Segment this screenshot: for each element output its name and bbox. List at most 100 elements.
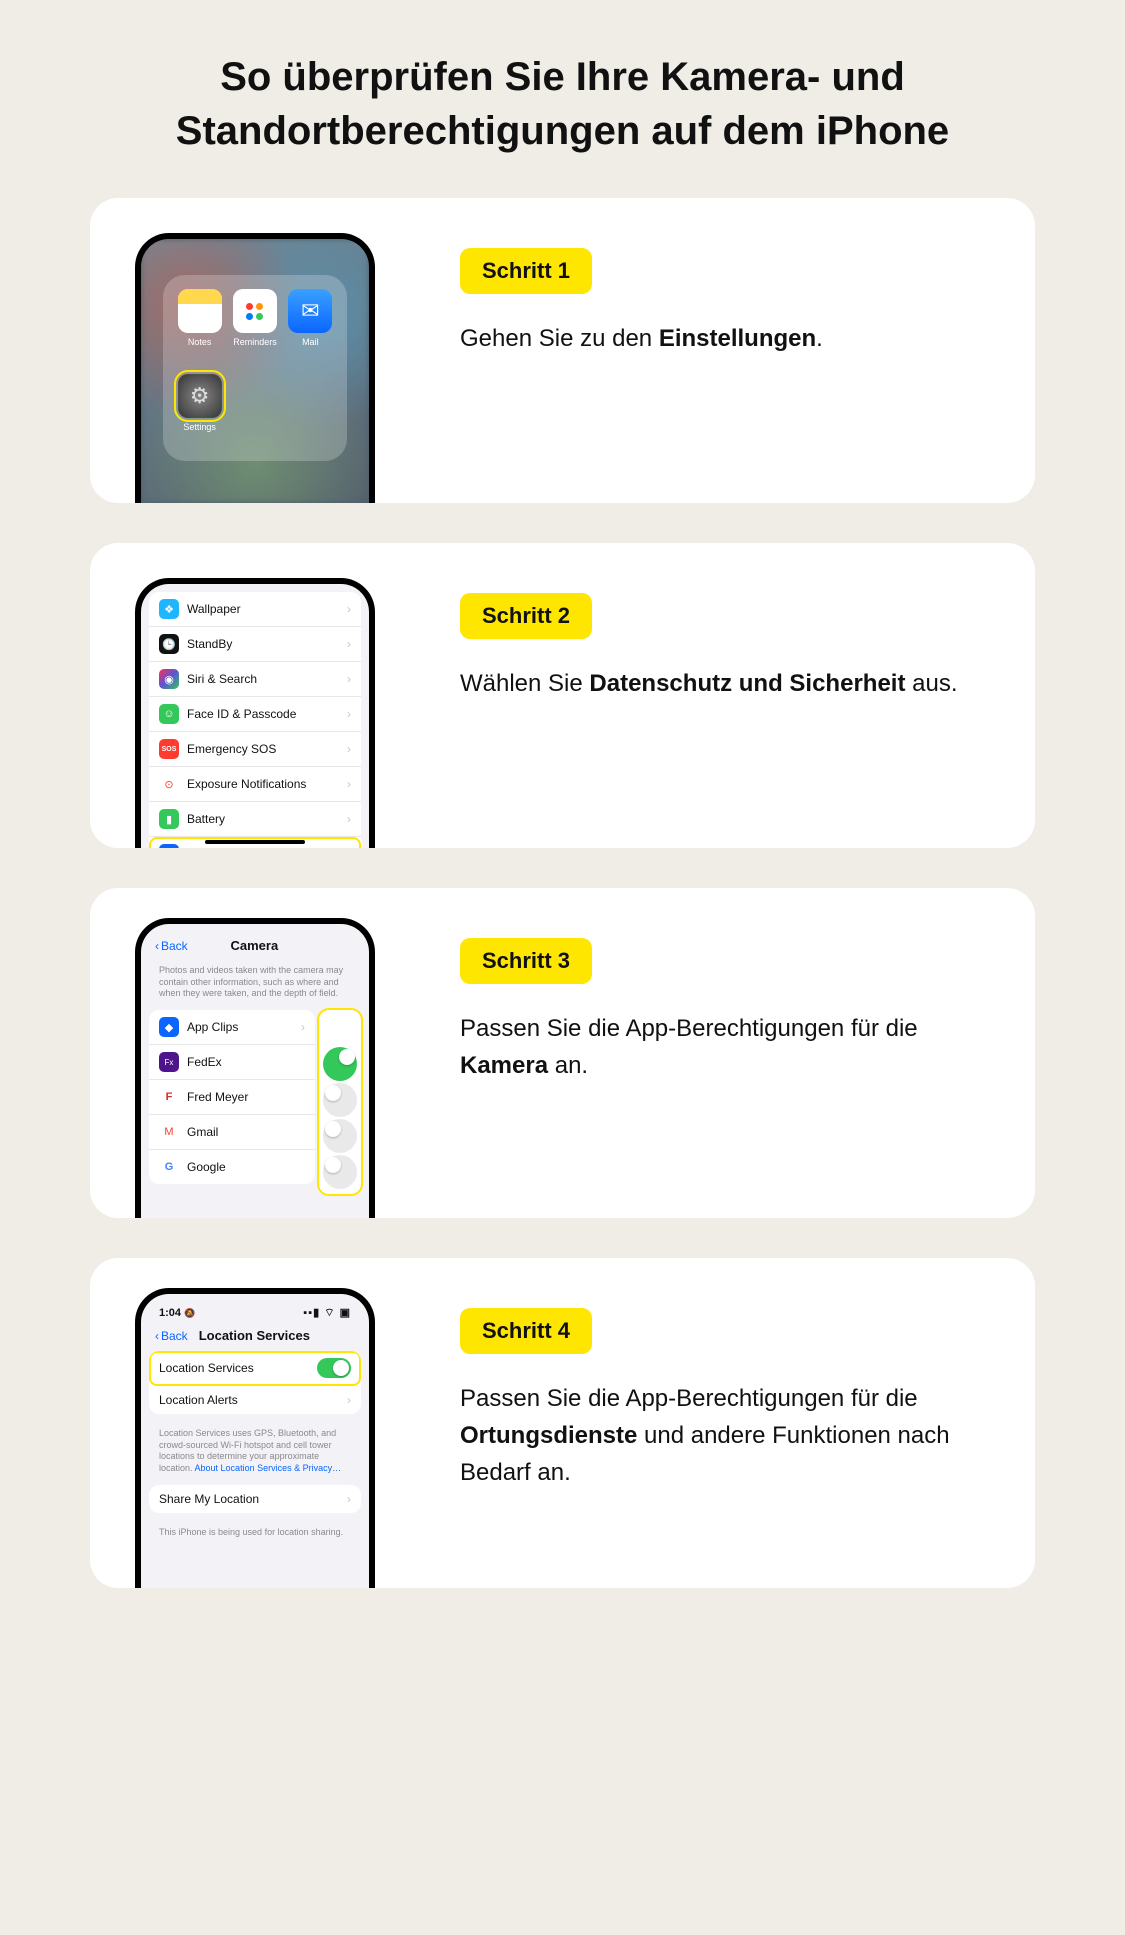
nav-bar: ‹Back Camera xyxy=(149,932,361,961)
gmail-icon: M xyxy=(159,1122,179,1142)
text: aus. xyxy=(905,670,957,697)
step-4-mock: 1:04 🔕 ▪▪▮ ⌔ ▣ ‹Back Location Services L… xyxy=(90,1258,420,1588)
chevron-right-icon: › xyxy=(347,1492,351,1506)
toggle-location-services[interactable] xyxy=(317,1358,351,1378)
share-footer-note: This iPhone is being used for location s… xyxy=(149,1523,361,1549)
settings-row-exposure[interactable]: ⊙Exposure Notifications› xyxy=(149,767,361,802)
about-location-link[interactable]: About Location Services & Privacy… xyxy=(195,1463,342,1473)
step-badge: Schritt 1 xyxy=(460,248,592,294)
settings-row-faceid[interactable]: ☺ Face ID & Passcode › xyxy=(149,697,361,732)
app-label: Notes xyxy=(188,337,212,347)
settings-row-wallpaper[interactable]: ❖Wallpaper› xyxy=(149,592,361,627)
settings-row-battery[interactable]: ▮Battery› xyxy=(149,802,361,837)
toggle-highlight xyxy=(319,1010,361,1194)
toggle-google[interactable] xyxy=(323,1155,357,1189)
step-badge: Schritt 2 xyxy=(460,593,592,639)
text: . xyxy=(816,325,823,352)
row-label: Fred Meyer xyxy=(187,1090,305,1104)
chevron-right-icon: › xyxy=(347,602,351,616)
chevron-right-icon: › xyxy=(347,707,351,721)
camera-row-fedex[interactable]: FxFedEx xyxy=(149,1045,315,1080)
location-footer-note: Location Services uses GPS, Bluetooth, a… xyxy=(149,1424,361,1485)
row-label: Location Services xyxy=(159,1361,309,1375)
chevron-right-icon: › xyxy=(347,1393,351,1407)
camera-row-fred[interactable]: FFred Meyer xyxy=(149,1080,315,1115)
camera-row-google[interactable]: GGoogle xyxy=(149,1150,315,1184)
chevron-right-icon: › xyxy=(347,847,351,848)
row-label: Emergency SOS xyxy=(187,742,339,756)
toggle-gmail[interactable] xyxy=(323,1119,357,1153)
row-label: Gmail xyxy=(187,1125,305,1139)
step-badge: Schritt 3 xyxy=(460,938,592,984)
nav-bar: ‹Back Location Services xyxy=(149,1322,361,1351)
step-1-mock: Notes Reminders ✉︎ Mail ⚙︎ Settings xyxy=(90,198,420,503)
step-3-text: Schritt 3 Passen Sie die App-Berechtigun… xyxy=(420,888,1035,1218)
row-label: Siri & Search xyxy=(187,672,339,686)
nav-title: Location Services xyxy=(154,1328,355,1343)
location-services-row[interactable]: Location Services xyxy=(149,1351,361,1386)
home-indicator xyxy=(205,840,305,844)
row-label: Face ID & Passcode xyxy=(187,707,339,721)
share-location-row[interactable]: Share My Location › xyxy=(149,1485,361,1513)
step-badge: Schritt 4 xyxy=(460,1308,592,1354)
camera-row-appclips[interactable]: ◆App Clips› xyxy=(149,1010,315,1045)
bell-icon: 🔕 xyxy=(184,1308,195,1318)
text-bold: Kamera xyxy=(460,1052,548,1079)
row-label: Google xyxy=(187,1160,305,1174)
settings-list: ❖Wallpaper› 🕒StandBy› ◉Siri & Search› ☺F… xyxy=(149,592,361,848)
camera-note: Photos and videos taken with the camera … xyxy=(149,961,361,1010)
text: Passen Sie die App-Berechtigungen für di… xyxy=(460,1385,918,1412)
toggle-fedex[interactable] xyxy=(323,1047,357,1081)
chevron-right-icon: › xyxy=(347,672,351,686)
chevron-right-icon: › xyxy=(347,812,351,826)
step-2-mock: ❖Wallpaper› 🕒StandBy› ◉Siri & Search› ☺F… xyxy=(90,543,420,848)
step-description: Wählen Sie Datenschutz und Sicherheit au… xyxy=(460,665,995,702)
phone-step1: Notes Reminders ✉︎ Mail ⚙︎ Settings xyxy=(135,233,375,503)
location-alerts-row[interactable]: Location Alerts › xyxy=(149,1386,361,1414)
phone-step3: ‹Back Camera Photos and videos taken wit… xyxy=(135,918,375,1218)
app-label: Settings xyxy=(183,422,216,432)
faceid-icon: ☺ xyxy=(159,704,179,724)
share-location-list: Share My Location › xyxy=(149,1485,361,1513)
nav-title: Camera xyxy=(154,938,355,953)
text-bold: Datenschutz und Sicherheit xyxy=(589,670,905,697)
step-description: Gehen Sie zu den Einstellungen. xyxy=(460,320,995,357)
chevron-right-icon: › xyxy=(347,742,351,756)
step-3-card: ‹Back Camera Photos and videos taken wit… xyxy=(90,888,1035,1218)
step-2-card: ❖Wallpaper› 🕒StandBy› ◉Siri & Search› ☺F… xyxy=(90,543,1035,848)
row-label: FedEx xyxy=(187,1055,305,1069)
status-time: 1:04 🔕 xyxy=(159,1307,195,1319)
settings-icon[interactable]: ⚙︎ xyxy=(178,374,222,418)
text: Wählen Sie xyxy=(460,670,589,697)
chevron-right-icon: › xyxy=(301,1020,305,1034)
phone-step2: ❖Wallpaper› 🕒StandBy› ◉Siri & Search› ☺F… xyxy=(135,578,375,848)
text: an. xyxy=(548,1052,588,1079)
chevron-right-icon: › xyxy=(347,777,351,791)
text-bold: Einstellungen xyxy=(659,325,816,352)
app-folder: Notes Reminders ✉︎ Mail ⚙︎ Settings xyxy=(163,275,347,461)
standby-icon: 🕒 xyxy=(159,634,179,654)
step-4-text: Schritt 4 Passen Sie die App-Berechtigun… xyxy=(420,1258,1035,1588)
settings-row-standby[interactable]: 🕒StandBy› xyxy=(149,627,361,662)
settings-row-sos[interactable]: SOSEmergency SOS› xyxy=(149,732,361,767)
step-3-mock: ‹Back Camera Photos and videos taken wit… xyxy=(90,888,420,1218)
app-reminders: Reminders xyxy=(230,289,279,366)
row-label: Wallpaper xyxy=(187,602,339,616)
phone-step4: 1:04 🔕 ▪▪▮ ⌔ ▣ ‹Back Location Services L… xyxy=(135,1288,375,1588)
location-services-list: Location Services Location Alerts › xyxy=(149,1351,361,1414)
camera-app-list: ◆App Clips› FxFedEx FFred Meyer MGmail G… xyxy=(149,1010,315,1184)
text: Passen Sie die App-Berechtigungen für di… xyxy=(460,1015,918,1042)
privacy-icon: ✋ xyxy=(159,844,179,848)
notes-icon xyxy=(178,289,222,333)
settings-row-siri[interactable]: ◉Siri & Search› xyxy=(149,662,361,697)
camera-row-gmail[interactable]: M Gmail xyxy=(149,1115,315,1150)
exposure-icon: ⊙ xyxy=(159,774,179,794)
app-mail: ✉︎ Mail xyxy=(286,289,335,366)
row-label: App Clips xyxy=(187,1020,293,1034)
step-1-text: Schritt 1 Gehen Sie zu den Einstellungen… xyxy=(420,198,1035,503)
step-4-card: 1:04 🔕 ▪▪▮ ⌔ ▣ ‹Back Location Services L… xyxy=(90,1258,1035,1588)
row-label: Battery xyxy=(187,812,339,826)
toggle-fred[interactable] xyxy=(323,1083,357,1117)
text: Gehen Sie zu den xyxy=(460,325,659,352)
app-label: Mail xyxy=(302,337,319,347)
